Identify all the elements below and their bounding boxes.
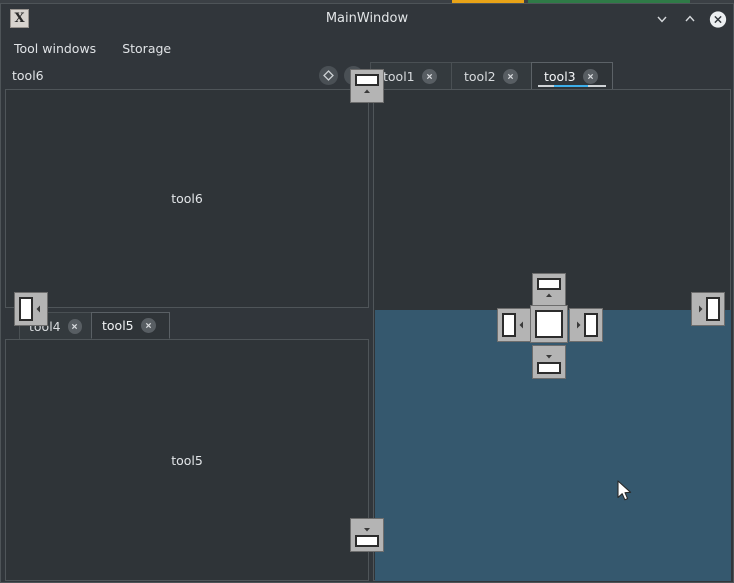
window-controls — [653, 4, 727, 34]
menu-storage[interactable]: Storage — [122, 41, 171, 56]
dock-left-icon — [502, 313, 523, 337]
dock-bottom-icon — [537, 355, 561, 374]
tab-tool1-label: tool1 — [383, 68, 415, 84]
tab-tool3[interactable]: tool3 — [531, 62, 613, 89]
left-dock-tabbar: tool4 tool5 — [5, 312, 369, 339]
tab-active-underline — [538, 85, 606, 87]
left-dock-area: tool6 tool6 tool4 tool5 tool5 — [5, 62, 369, 581]
tab-tool5-label: tool5 — [102, 318, 134, 333]
close-circle-icon[interactable] — [140, 318, 156, 333]
top-strip-segment — [0, 0, 452, 3]
screen-root: X MainWindow Tool windows Storage tool6 … — [0, 0, 734, 583]
minimize-button[interactable] — [653, 10, 671, 28]
close-button[interactable] — [709, 10, 727, 28]
dock-top-icon — [537, 278, 561, 297]
mouse-cursor — [617, 480, 635, 508]
tab-active-accent — [554, 85, 588, 87]
dock-left-indicator[interactable] — [497, 308, 531, 342]
tool6-dock-title: tool6 — [12, 68, 44, 83]
tool6-panel: tool6 — [5, 89, 369, 308]
dock-right-icon — [699, 297, 720, 321]
tool6-dock-titlebar: tool6 — [5, 62, 369, 89]
tab-tool2-label: tool2 — [464, 68, 496, 84]
dock-outer-left-indicator[interactable] — [14, 292, 48, 326]
maximize-button[interactable] — [681, 10, 699, 28]
close-circle-icon[interactable] — [421, 68, 437, 84]
tab-tool5[interactable]: tool5 — [91, 312, 170, 339]
right-dock-tabbar: tool1 tool2 tool3 — [370, 62, 731, 89]
close-circle-icon[interactable] — [582, 68, 598, 84]
menu-tool-windows[interactable]: Tool windows — [14, 41, 96, 56]
top-strip-segment — [452, 0, 524, 3]
close-circle-icon[interactable] — [502, 68, 518, 84]
top-strip-segment — [690, 0, 734, 3]
dock-bottom-icon — [355, 528, 379, 547]
close-circle-icon[interactable] — [67, 318, 82, 334]
dock-right-indicator[interactable] — [569, 308, 603, 342]
dock-bottom-indicator[interactable] — [532, 345, 566, 379]
dock-center-indicator[interactable] — [530, 305, 568, 343]
tab-tool3-label: tool3 — [544, 68, 576, 84]
dock-outer-top-indicator[interactable] — [350, 69, 384, 103]
tool6-panel-label: tool6 — [171, 191, 203, 206]
tool5-panel-label: tool5 — [171, 452, 203, 468]
dock-center-icon — [535, 310, 563, 338]
dock-top-icon — [355, 74, 379, 93]
dock-left-icon — [19, 297, 40, 321]
tab-tool2[interactable]: tool2 — [451, 62, 533, 89]
dock-right-icon — [577, 313, 598, 337]
tool5-panel: tool5 — [5, 339, 369, 581]
window-titlebar: X MainWindow — [1, 4, 733, 34]
dock-outer-right-indicator[interactable] — [691, 292, 725, 326]
top-strip-segment — [528, 0, 690, 3]
dock-outer-bottom-indicator[interactable] — [350, 518, 384, 552]
main-window: X MainWindow Tool windows Storage tool6 … — [0, 3, 734, 583]
menubar: Tool windows Storage — [1, 34, 733, 62]
window-title: MainWindow — [325, 11, 409, 26]
dock-top-indicator[interactable] — [532, 273, 566, 307]
desktop-top-strip — [0, 0, 734, 3]
float-button[interactable] — [319, 66, 338, 85]
